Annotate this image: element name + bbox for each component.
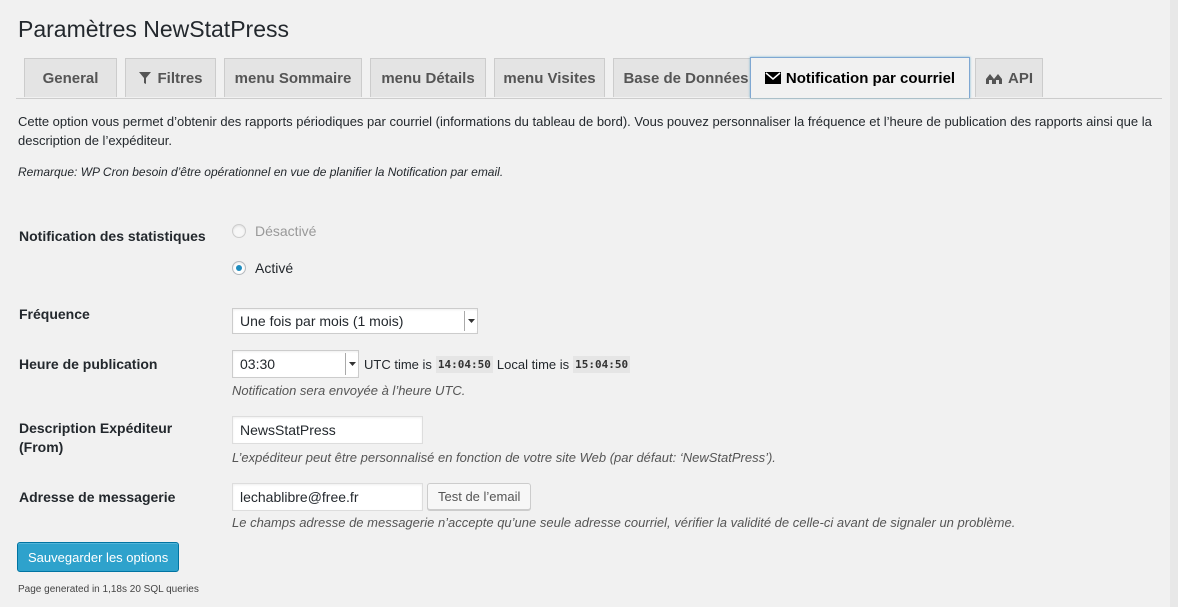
chevron-down-icon [345, 353, 358, 375]
tab-api[interactable]: API [975, 58, 1043, 97]
tab-base-de-donnees[interactable]: Base de Données [613, 58, 759, 97]
local-prefix: Local time is [496, 357, 570, 372]
utc-time: 14:04:50 [435, 356, 493, 373]
envelope-icon [764, 72, 781, 84]
save-options-button[interactable]: Sauvegarder les options [17, 542, 180, 572]
publish-time-description: Notification sera envoyée à l’heure UTC. [232, 383, 466, 398]
tab-label: Base de Données [623, 69, 749, 87]
test-email-button[interactable]: Test de l’email [427, 483, 532, 510]
tab-menu-visites[interactable]: menu Visites [494, 58, 605, 97]
filter-icon [139, 72, 152, 84]
radio-selected-dot [236, 265, 242, 271]
intro-text: Cette option vous permet d’obtenir des r… [18, 114, 1152, 148]
sender-label: Description Expéditeur (From) [19, 419, 172, 457]
radio-option-disabled[interactable]: Désactivé [232, 223, 316, 239]
tab-filtres[interactable]: Filtres [125, 58, 216, 97]
tab-general[interactable]: General [24, 58, 117, 97]
radio-enabled-button[interactable] [232, 261, 246, 275]
tab-label: General [42, 69, 99, 87]
tab-label: Notification par courriel [785, 69, 956, 87]
publish-time-select[interactable]: 03:30 [232, 350, 359, 378]
notification-label: Notification des statistiques [19, 228, 206, 244]
tab-label: menu Détails [381, 69, 475, 87]
cron-note: Remarque: WP Cron besoin d’être opératio… [18, 165, 504, 179]
radio-enabled-label: Activé [255, 260, 294, 276]
page-footer: Page generated in 1,18s 20 SQL queries [18, 584, 199, 595]
publish-time-label: Heure de publication [19, 356, 158, 372]
radio-option-enabled[interactable]: Activé [232, 260, 293, 276]
time-info: UTC time is 14:04:50 Local time is 15:04… [364, 356, 634, 373]
sender-description: L’expéditeur peut être personnalisé en f… [232, 450, 776, 465]
page-scrollbar[interactable] [1170, 0, 1178, 607]
tab-label: Filtres [157, 69, 203, 87]
publish-time-selected-value: 03:30 [240, 356, 276, 372]
email-label: Adresse de messagerie [19, 489, 176, 505]
radio-disabled-button[interactable] [232, 224, 246, 238]
frequency-select[interactable]: Une fois par mois (1 mois) [232, 308, 478, 334]
frequency-selected-value: Une fois par mois (1 mois) [240, 313, 404, 329]
tab-menu-sommaire[interactable]: menu Sommaire [224, 58, 362, 97]
local-time: 15:04:50 [573, 356, 631, 373]
tab-menu-details[interactable]: menu Détails [370, 58, 486, 97]
email-description: Le champs adresse de messagerie n’accept… [232, 515, 1016, 530]
email-input[interactable] [232, 483, 423, 511]
frequency-label: Fréquence [19, 306, 90, 322]
sender-label-line2: (From) [19, 439, 64, 455]
api-icon [985, 74, 1002, 84]
page-title: Paramètres NewStatPress [18, 16, 289, 42]
utc-prefix: UTC time is [364, 357, 432, 372]
sender-label-line1: Description Expéditeur [19, 420, 173, 436]
tab-label: API [1007, 69, 1033, 87]
tab-label: menu Sommaire [234, 69, 352, 87]
settings-tabs: General Filtres menu Sommaire menu Détai… [16, 57, 1162, 99]
radio-disabled-label: Désactivé [255, 223, 317, 239]
tab-notification-par-courriel[interactable]: Notification par courriel [750, 57, 970, 98]
chevron-down-icon [464, 311, 477, 331]
sender-input[interactable] [232, 416, 423, 444]
tab-label: menu Visites [503, 69, 596, 87]
